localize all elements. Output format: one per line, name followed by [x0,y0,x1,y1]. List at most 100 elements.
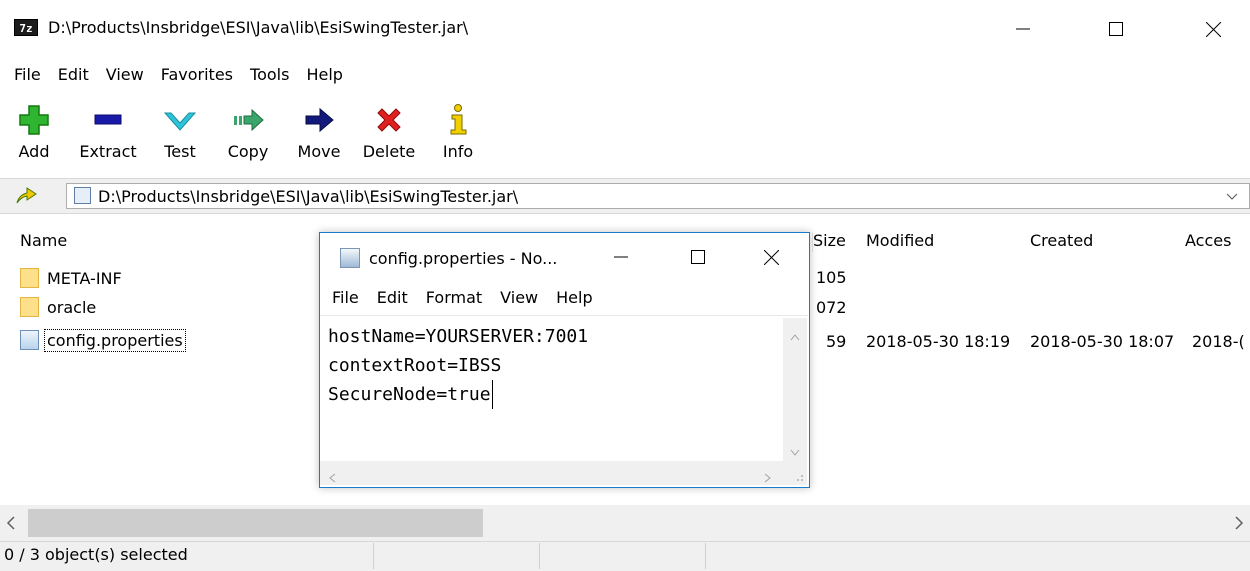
item-modified: 2018-05-30 18:19 [866,332,1011,351]
delete-x-icon [377,108,401,132]
extract-label: Extract [79,142,137,161]
minimize-icon [614,256,628,258]
info-label: Info [442,142,474,161]
scrollbar-thumb[interactable] [28,509,483,537]
notepad-scroll-up[interactable] [790,326,800,345]
chevron-up-icon [790,334,800,341]
menu-edit[interactable]: Edit [51,64,96,92]
maximize-button[interactable] [1093,12,1139,46]
info-icon [450,104,467,135]
item-created: 2018-05-30 18:07 [1030,332,1175,351]
folder-icon [20,268,39,288]
minimize-icon [1016,28,1030,30]
column-header-created[interactable]: Created [1030,231,1093,250]
folder-icon [20,297,39,317]
list-item-oracle[interactable]: oracle [20,294,96,320]
notepad-horizontal-scrollbar[interactable] [320,461,783,485]
column-header-modified[interactable]: Modified [866,231,934,250]
up-folder-button[interactable] [14,183,40,207]
status-divider [539,543,540,569]
resize-grip-icon [797,475,803,481]
column-header-name[interactable]: Name [20,231,67,250]
status-selection: 0 / 3 object(s) selected [4,545,188,564]
status-divider [373,543,374,569]
column-header-accessed[interactable]: Acces [1185,231,1231,250]
chevron-right-icon [764,473,771,483]
notepad-resize-grip[interactable] [783,461,807,485]
notepad-scroll-left[interactable] [328,468,336,487]
item-name: META-INF [47,268,122,288]
status-divider [705,543,706,569]
close-button[interactable] [1190,12,1236,46]
list-item-config-properties[interactable]: config.properties [20,327,186,353]
menu-tools[interactable]: Tools [243,64,296,92]
item-name: oracle [47,297,97,317]
minus-icon [94,114,122,125]
chevron-down-icon [790,449,800,456]
notepad-menu-edit[interactable]: Edit [371,285,414,311]
list-item-meta-inf[interactable]: META-INF [20,265,122,291]
notepad-menu-format[interactable]: Format [420,285,488,311]
menu-view[interactable]: View [99,64,151,92]
add-button[interactable]: Add [14,104,54,161]
notepad-scroll-down[interactable] [790,442,800,461]
notepad-title: config.properties - No... [369,249,558,268]
item-name: config.properties [44,328,186,352]
notepad-minimize-button[interactable] [598,240,644,274]
minimize-button[interactable] [1000,12,1046,46]
test-label: Test [164,142,196,161]
archive-icon [74,187,91,204]
copy-button[interactable]: Copy [225,104,271,161]
move-button[interactable]: Move [294,104,344,161]
notepad-menu-help[interactable]: Help [550,285,598,311]
text-line: contextRoot=IBSS [328,355,502,376]
7zip-app-icon: 7z [14,19,38,36]
chevron-right-icon [1235,516,1244,530]
window-title: D:\Products\Insbridge\ESI\Java\lib\EsiSw… [48,18,469,37]
notepad-menu-bar: File Edit Format View Help [320,285,599,311]
scroll-right-arrow[interactable] [1234,515,1244,534]
plus-icon [19,105,49,135]
add-label: Add [18,142,50,161]
maximize-icon [1109,22,1123,36]
notepad-close-button[interactable] [748,240,794,274]
menu-bar: File Edit View Favorites Tools Help [0,64,1250,92]
notepad-menu-divider [320,315,808,316]
test-button[interactable]: Test [160,104,200,161]
menu-file[interactable]: File [14,64,48,92]
column-divider[interactable] [812,232,813,252]
move-label: Move [297,142,341,161]
maximize-icon [691,250,705,264]
text-line: hostName=YOURSERVER:7001 [328,326,589,347]
notepad-maximize-button[interactable] [675,240,721,274]
notepad-scroll-right[interactable] [764,468,772,487]
info-button[interactable]: Info [438,104,478,161]
close-icon [763,249,779,265]
extract-button[interactable]: Extract [78,104,138,161]
item-accessed: 2018-( [1192,332,1245,351]
item-size: 072 [816,298,847,317]
check-icon [163,112,197,131]
notepad-text-content: hostName=YOURSERVER:7001 contextRoot=IBSS… [328,322,588,409]
scroll-left-arrow[interactable] [6,515,16,534]
copy-label: Copy [227,142,269,161]
up-arrow-icon [16,187,37,204]
delete-button[interactable]: Delete [361,104,417,161]
notepad-icon [340,248,360,268]
copy-arrow-icon [234,108,264,132]
notepad-menu-view[interactable]: View [494,285,544,311]
menu-help[interactable]: Help [299,64,349,92]
text-line: SecureNode=true [328,380,493,409]
item-size: 59 [826,332,847,351]
close-icon [1205,21,1221,37]
item-size: 105 [816,268,847,287]
notepad-menu-file[interactable]: File [326,285,365,311]
address-path: D:\Products\Insbridge\ESI\Java\lib\EsiSw… [98,187,519,206]
column-header-size[interactable]: Size [813,231,846,250]
chevron-down-icon [1226,193,1238,200]
properties-file-icon [20,330,39,350]
move-arrow-icon [305,107,334,133]
chevron-left-icon [6,516,15,530]
menu-favorites[interactable]: Favorites [154,64,240,92]
address-dropdown[interactable] [1226,186,1246,206]
